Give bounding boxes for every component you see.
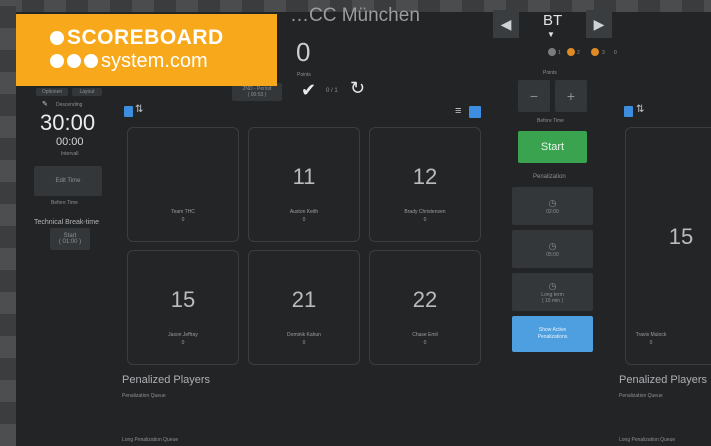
player-card[interactable]: 22 Chase Emil 0 [369, 250, 481, 365]
player-name: Travis Mulock [635, 332, 667, 338]
player-points: 0 [423, 340, 427, 346]
player-name: Dominik Kahun [287, 332, 321, 338]
player-number: 11 [292, 164, 316, 189]
player-card[interactable]: 15 Jason Jeffray 0 [127, 250, 239, 365]
clock-icon: ◷ [548, 240, 557, 251]
scoreboard-system-logo: SCOREBOARD system.com [16, 14, 277, 86]
before-time-label: Before Time [51, 200, 78, 206]
player-points: 0 [302, 217, 306, 223]
long-penalization-queue-label: Long Penalization Queue [122, 437, 179, 443]
player-number: 15 [668, 224, 694, 249]
show-active-line2: Penalizations [537, 334, 568, 340]
penalization-queue-label-right: Penalization Queue [619, 393, 663, 399]
sort-icon[interactable] [624, 106, 633, 117]
player-name: Brady Christensen [404, 209, 446, 215]
technical-break-label: Technical Break-time [34, 219, 99, 226]
penalty-time: 02:00 [546, 208, 559, 215]
period-fraction: 0 / 1 [326, 88, 338, 94]
scoreboard-app: SCOREBOARD system.com …CC München Option… [0, 0, 711, 446]
layout-button[interactable]: Layout [72, 88, 102, 96]
player-name: Team THC [171, 209, 195, 215]
monitor-edge-left [0, 0, 16, 446]
penalty-2min-button[interactable]: ◷ 02:00 [512, 187, 593, 225]
indicator-label: 0 [614, 50, 617, 56]
sort-az-icon[interactable]: ⇅ [636, 104, 644, 115]
prev-team-button[interactable]: ◀ [493, 10, 519, 38]
penalized-players-title: Penalized Players [122, 374, 211, 386]
long-penalization-queue-label-right: Long Penalization Queue [619, 437, 676, 443]
penalty-long-button[interactable]: ◷ Long term ( 10 min ) [512, 273, 593, 311]
penalty-5min-button[interactable]: ◷ 05:00 [512, 230, 593, 268]
indicator-label: 1 [558, 50, 561, 56]
player-number: 12 [412, 164, 438, 189]
main-timer: 30:00 [40, 110, 96, 135]
period-time: ( 00:53 ) [247, 92, 267, 98]
indicator-dot [567, 48, 575, 56]
penalization-queue-label: Penalization Queue [122, 393, 166, 399]
logo-line2: system.com [50, 50, 208, 73]
chevron-right-icon: ▶ [593, 15, 605, 32]
player-number: 22 [412, 287, 438, 312]
player-name: Chase Emil [412, 332, 438, 338]
sort-icon[interactable] [124, 106, 133, 117]
sub-timer-label: Intervall [61, 151, 79, 157]
sort-az-icon[interactable]: ⇅ [135, 104, 143, 115]
grid-view-icon[interactable] [469, 106, 481, 118]
player-number: 15 [170, 287, 196, 312]
sub-timer: 00:00 [56, 136, 84, 148]
player-number: 21 [291, 287, 317, 312]
timer-mode-label: Descending [56, 102, 83, 108]
penalization-label: Penalization [533, 174, 566, 180]
pencil-icon[interactable]: ✎ [42, 100, 48, 108]
penalty-time: 05:00 [546, 251, 559, 258]
score-value: 0 [296, 37, 311, 67]
player-card[interactable]: 21 Dominik Kahun 0 [248, 250, 360, 365]
show-active-penalizations-button[interactable]: Show Active Penalizations [512, 316, 593, 352]
points-label: Points [297, 72, 311, 78]
edit-time-button[interactable]: Edit Time [34, 166, 102, 196]
player-points: 0 [649, 340, 653, 346]
player-name: Auston Keith [289, 209, 319, 215]
list-view-icon[interactable]: ≡ [455, 105, 461, 117]
player-points: 0 [302, 340, 306, 346]
start-button[interactable]: Start [518, 131, 587, 163]
chevron-left-icon: ◀ [500, 15, 512, 32]
logo-line1: SCOREBOARD [50, 26, 224, 50]
show-active-line1: Show Active [538, 327, 567, 333]
player-card[interactable]: 11 Auston Keith 0 [248, 127, 360, 242]
options-button[interactable]: Optionen [36, 88, 68, 96]
player-card[interactable]: Team THC 0 [127, 127, 239, 242]
indicator-dot [548, 48, 556, 56]
player-points: 0 [181, 217, 185, 223]
check-icon[interactable]: ✔ [301, 80, 316, 101]
player-points: 0 [181, 340, 185, 346]
clock-icon: ◷ [548, 197, 557, 208]
right-points-label: Points [543, 70, 557, 76]
clock-icon: ◷ [548, 280, 557, 291]
break-duration: ( 01:00 ) [58, 239, 82, 245]
reset-icon[interactable]: ↻ [350, 78, 365, 99]
indicator-label: 2 [577, 50, 580, 56]
penalized-players-title-right: Penalized Players [619, 374, 708, 386]
chevron-down-icon[interactable]: ▼ [547, 30, 555, 39]
plus-button[interactable]: + [555, 80, 587, 112]
minus-button[interactable]: − [518, 80, 550, 112]
team-code: BT [543, 12, 563, 29]
team-title: …CC München [290, 5, 420, 26]
break-start-button[interactable]: Start ( 01:00 ) [50, 228, 90, 250]
next-team-button[interactable]: ▶ [586, 10, 612, 38]
player-points: 0 [423, 217, 427, 223]
right-before-time-label: Before Time [537, 118, 564, 124]
player-name: Jason Jeffray [168, 332, 198, 338]
indicator-label: 3 [602, 50, 605, 56]
long-term-time: ( 10 min ) [541, 297, 564, 304]
indicator-dot [591, 48, 599, 56]
player-card[interactable]: 12 Brady Christensen 0 [369, 127, 481, 242]
player-card[interactable]: 15 Travis Mulock 0 [625, 127, 711, 365]
